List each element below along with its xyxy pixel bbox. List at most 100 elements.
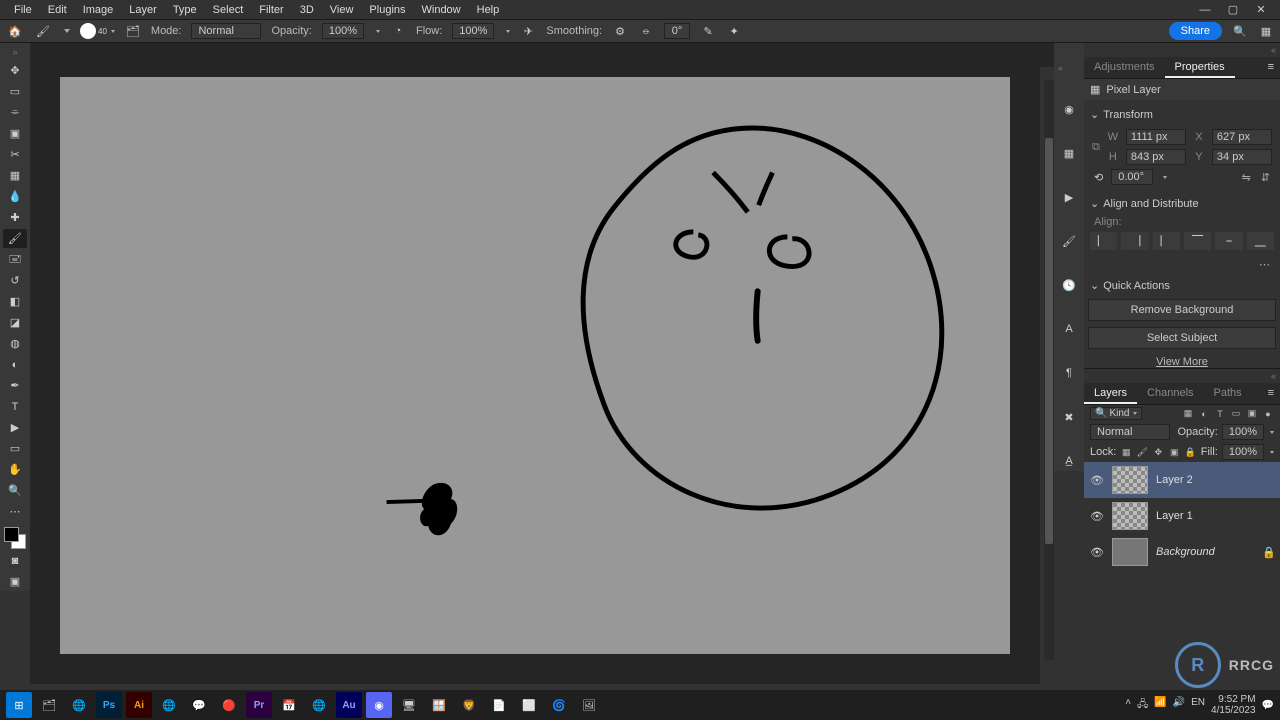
menu-type[interactable]: Type [165,2,205,18]
tab-adjustments[interactable]: Adjustments [1084,57,1165,78]
angle-field[interactable]: 0° [664,23,690,39]
align-left-button[interactable]: ⎸ [1090,232,1117,250]
maximize-icon[interactable]: ▢ [1226,3,1240,17]
align-top-button[interactable]: ⎺ [1184,232,1211,250]
layers-opacity-field[interactable]: 100% [1222,424,1264,440]
flow-field[interactable]: 100% [452,23,494,39]
brush-picker-caret-icon[interactable] [111,30,115,33]
filter-adjustment-icon[interactable]: ◐ [1198,408,1210,420]
layer-name-label[interactable]: Background [1156,546,1254,558]
healing-tool[interactable]: ✚ [3,208,27,227]
menu-image[interactable]: Image [75,2,122,18]
fill-caret-icon[interactable] [1270,451,1274,454]
eraser-tool[interactable]: ◧ [3,292,27,311]
close-icon[interactable]: ✕ [1254,3,1268,17]
filter-type-icon[interactable]: T [1214,408,1226,420]
brush-tool-icon[interactable]: 🖌 [34,22,52,40]
lock-pixels-icon[interactable]: 🖌 [1136,446,1148,458]
layer-thumbnail[interactable] [1112,466,1148,494]
taskbar-app-icon[interactable]: 💬 [186,692,212,718]
taskbar-app-icon[interactable]: 🪟 [426,692,452,718]
notifications-icon[interactable]: 💬 [1262,700,1274,711]
filter-shape-icon[interactable]: ▭ [1230,408,1242,420]
menu-plugins[interactable]: Plugins [361,2,413,18]
visibility-icon[interactable]: 👁 [1090,474,1104,487]
brush-tool[interactable]: 🖌 [3,229,27,248]
taskbar-app-icon[interactable]: 🔴 [216,692,242,718]
remove-background-button[interactable]: Remove Background [1088,299,1276,321]
menu-edit[interactable]: Edit [40,2,75,18]
layer-row-layer2[interactable]: 👁 Layer 2 [1084,462,1280,498]
rotation-caret-icon[interactable] [1163,176,1167,179]
lock-position-icon[interactable]: ✥ [1152,446,1164,458]
edit-toolbar[interactable]: ⋯ [3,502,27,521]
layer-thumbnail[interactable] [1112,502,1148,530]
color-panel-icon[interactable]: ◉ [1059,99,1079,119]
flip-vertical-icon[interactable]: ⇵ [1261,171,1270,184]
taskbar-app-icon[interactable]: 📄 [486,692,512,718]
share-button[interactable]: Share [1169,22,1222,40]
taskbar-photoshop-icon[interactable]: Ps [96,692,122,718]
taskbar-discord-icon[interactable]: ◉ [366,692,392,718]
smoothing-gear-icon[interactable]: ⚙ [612,23,628,39]
libraries-panel-icon[interactable]: ▶ [1059,187,1079,207]
eyedropper-tool[interactable]: 💧 [3,187,27,206]
right-strip-collapse-icon[interactable]: « [1054,61,1084,75]
y-field[interactable]: 34 px [1212,149,1272,165]
toolbox-collapse-icon[interactable]: » [8,45,21,59]
brush-preview-icon[interactable] [80,23,96,39]
brushes-panel-icon[interactable]: 🖌 [1059,231,1079,251]
visibility-icon[interactable]: 👁 [1090,510,1104,523]
zoom-tool[interactable]: 🔍 [3,481,27,500]
pen-tool[interactable]: ✒ [3,376,27,395]
flip-horizontal-icon[interactable]: ⇋ [1242,171,1251,184]
menu-view[interactable]: View [322,2,362,18]
shape-tool[interactable]: ▭ [3,439,27,458]
minimize-icon[interactable]: — [1198,3,1212,17]
taskbar-chrome-icon[interactable]: 🌐 [66,692,92,718]
transform-section-toggle[interactable]: ⌄ Transform [1084,104,1280,125]
gradient-tool[interactable]: ◪ [3,313,27,332]
taskbar-app-icon[interactable]: 🖥 [396,692,422,718]
foreground-color-swatch[interactable] [4,527,19,542]
start-button[interactable]: ⊞ [6,692,32,718]
layers-opacity-caret-icon[interactable] [1270,431,1274,434]
marquee-tool[interactable]: ▭ [3,82,27,101]
tool-preset-caret-icon[interactable] [64,29,70,33]
taskbar-audition-icon[interactable]: Au [336,692,362,718]
taskbar-calendar-icon[interactable]: 📅 [276,692,302,718]
taskbar-app-icon[interactable]: 🖼 [576,692,602,718]
taskbar-illustrator-icon[interactable]: Ai [126,692,152,718]
align-right-button[interactable]: ⎸ [1153,232,1180,250]
align-hcenter-button[interactable]: ⎹ [1121,232,1148,250]
blend-mode-select[interactable]: Normal [191,23,261,39]
canvas-vertical-scrollbar[interactable] [1044,80,1054,660]
layer-thumbnail[interactable] [1112,538,1148,566]
path-select-tool[interactable]: ▶ [3,418,27,437]
taskbar-premiere-icon[interactable]: Pr [246,692,272,718]
tray-volume-icon[interactable]: 🔊 [1173,697,1185,714]
history-brush-tool[interactable]: ↺ [3,271,27,290]
opacity-pressure-icon[interactable]: ◔ [390,23,406,39]
layer-filter-select[interactable]: 🔍 Kind [1090,407,1142,420]
taskbar-chrome3-icon[interactable]: 🌐 [306,692,332,718]
tray-language-icon[interactable]: EN [1191,697,1205,714]
swatches-panel-icon[interactable]: ▦ [1059,143,1079,163]
view-more-link[interactable]: View More [1084,356,1280,368]
menu-3d[interactable]: 3D [292,2,322,18]
paragraph-panel-icon[interactable]: ¶ [1059,363,1079,383]
crop-tool[interactable]: ✂ [3,145,27,164]
home-icon[interactable]: 🏠 [6,22,24,40]
align-vcenter-button[interactable]: ⎯ [1215,232,1242,250]
opacity-caret-icon[interactable] [376,30,380,33]
opacity-field[interactable]: 100% [322,23,364,39]
rotation-field[interactable]: 0.00° [1111,169,1153,185]
menu-help[interactable]: Help [469,2,508,18]
link-dimensions-icon[interactable]: ⧉ [1092,141,1100,154]
lasso-tool[interactable]: ⌯ [3,103,27,122]
taskbar-explorer-icon[interactable]: 🗂 [36,692,62,718]
menu-window[interactable]: Window [414,2,469,18]
properties-collapse-icon[interactable]: « [1084,43,1280,57]
symmetry-icon[interactable]: ✦ [726,23,742,39]
tray-network-icon[interactable]: 🖧 [1137,697,1148,714]
